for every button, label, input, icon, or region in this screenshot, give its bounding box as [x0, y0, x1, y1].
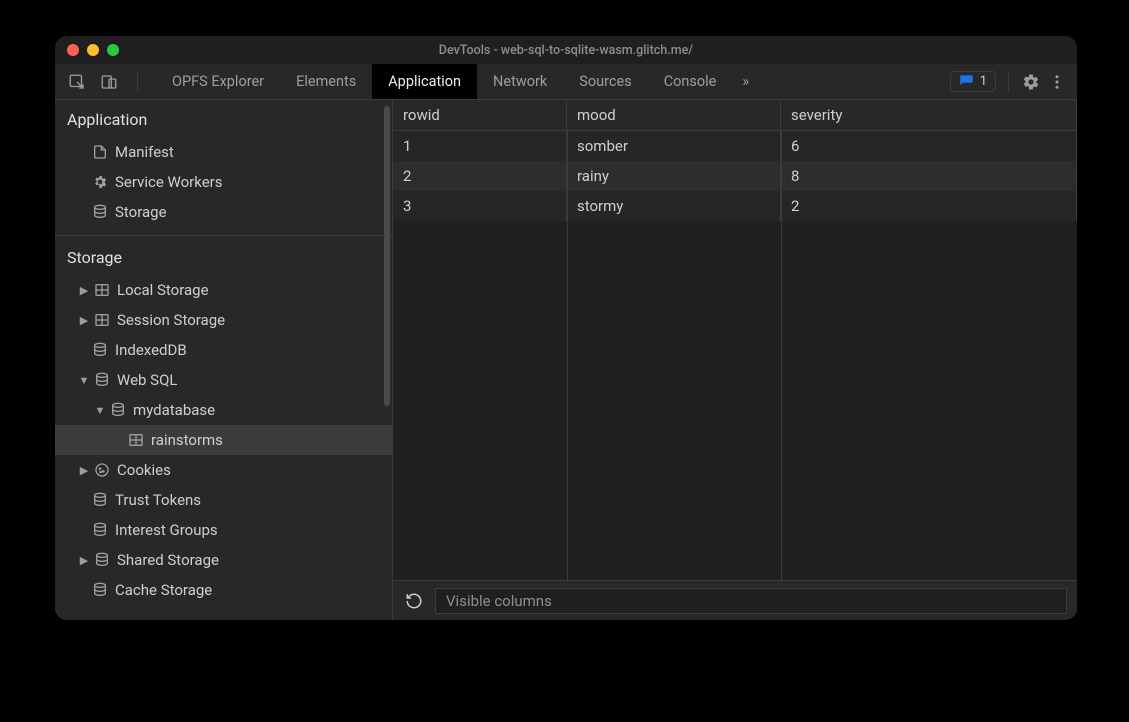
sidebar-item-indexeddb[interactable]: IndexedDB	[55, 335, 392, 365]
tab-application[interactable]: Application	[372, 64, 477, 99]
sidebar-item-label: Local Storage	[117, 281, 209, 299]
sidebar-item-label: Storage	[115, 203, 167, 221]
toolbar-separator	[137, 72, 138, 92]
sidebar-item-trust-tokens[interactable]: Trust Tokens	[55, 485, 392, 515]
sidebar-section-storage: Storage	[55, 235, 392, 275]
sidebar-section-application: Application	[55, 100, 392, 137]
db-icon	[93, 371, 111, 389]
toolbar-separator	[1008, 72, 1009, 92]
table-cell: 6	[781, 131, 1077, 161]
sidebar-item-label: Service Workers	[115, 173, 222, 191]
sidebar-item-label: Trust Tokens	[115, 491, 201, 509]
cookie-icon	[93, 461, 111, 479]
toolbar-tabs: OPFS ExplorerElementsApplicationNetworkS…	[156, 64, 732, 99]
table-cell: 1	[393, 131, 567, 161]
disclosure-arrow-icon[interactable]: ▶	[77, 554, 91, 567]
grid-icon	[93, 311, 111, 329]
table-body: 1somber62rainy83stormy2	[393, 131, 1077, 580]
tab-elements[interactable]: Elements	[280, 64, 372, 99]
file-icon	[91, 143, 109, 161]
sidebar-item-cache-storage[interactable]: Cache Storage	[55, 575, 392, 605]
table-cell: 2	[781, 191, 1077, 221]
db-icon	[91, 341, 109, 359]
titlebar: DevTools - web-sql-to-sqlite-wasm.glitch…	[55, 36, 1077, 64]
column-header-mood[interactable]: mood	[567, 100, 781, 130]
grid-icon	[93, 281, 111, 299]
sidebar-item-label: Manifest	[115, 143, 174, 161]
sidebar-item-shared-storage[interactable]: ▶ Shared Storage	[55, 545, 392, 575]
visible-columns-input[interactable]	[435, 588, 1067, 614]
issues-count: 1	[980, 74, 987, 89]
disclosure-arrow-icon[interactable]: ▶	[77, 314, 91, 327]
sidebar-item-service-workers[interactable]: Service Workers	[55, 167, 392, 197]
sidebar-item-manifest[interactable]: Manifest	[55, 137, 392, 167]
tab-sources[interactable]: Sources	[563, 64, 647, 99]
sidebar-item-local-storage[interactable]: ▶ Local Storage	[55, 275, 392, 305]
table-row[interactable]: 2rainy8	[393, 161, 1077, 191]
table-row[interactable]: 1somber6	[393, 131, 1077, 161]
sidebar-item-web-sql[interactable]: ▼ Web SQL	[55, 365, 392, 395]
settings-icon[interactable]	[1021, 72, 1041, 92]
sidebar-item-interest-groups[interactable]: Interest Groups	[55, 515, 392, 545]
disclosure-arrow-icon[interactable]: ▶	[77, 284, 91, 297]
tab-console[interactable]: Console	[648, 64, 733, 99]
grid-icon	[127, 431, 145, 449]
disclosure-arrow-icon[interactable]: ▼	[77, 374, 91, 387]
kebab-menu-icon[interactable]	[1047, 72, 1067, 92]
scrollbar-thumb[interactable]	[384, 106, 390, 406]
tab-network[interactable]: Network	[477, 64, 563, 99]
gear-icon	[91, 173, 109, 191]
devtools-window: DevTools - web-sql-to-sqlite-wasm.glitch…	[55, 36, 1077, 620]
device-toolbar-icon[interactable]	[99, 72, 119, 92]
table-cell: rainy	[567, 161, 781, 191]
db-icon	[109, 401, 127, 419]
window-title: DevTools - web-sql-to-sqlite-wasm.glitch…	[55, 43, 1077, 58]
db-icon	[91, 581, 109, 599]
table-cell: stormy	[567, 191, 781, 221]
db-icon	[93, 551, 111, 569]
sidebar-item-storage[interactable]: Storage	[55, 197, 392, 227]
table-cell: 3	[393, 191, 567, 221]
table-header: rowidmoodseverity	[393, 100, 1077, 131]
disclosure-arrow-icon[interactable]: ▶	[77, 464, 91, 477]
inspect-element-icon[interactable]	[67, 72, 87, 92]
sidebar-item-label: Cache Storage	[115, 581, 212, 599]
disclosure-arrow-icon[interactable]: ▼	[93, 404, 107, 417]
db-icon	[91, 203, 109, 221]
main-area: Application Manifest Service Workers Storag…	[55, 100, 1077, 620]
table-cell: 8	[781, 161, 1077, 191]
sidebar-item-label: Web SQL	[117, 371, 177, 389]
column-header-severity[interactable]: severity	[781, 100, 1077, 130]
data-table: rowidmoodseverity 1somber62rainy83stormy…	[393, 100, 1077, 580]
table-toolbar	[393, 580, 1077, 620]
sidebar-item-label: IndexedDB	[115, 341, 187, 359]
column-divider[interactable]	[781, 131, 782, 580]
column-header-rowid[interactable]: rowid	[393, 100, 567, 130]
issues-badge[interactable]: 1	[950, 71, 996, 92]
sidebar-item-rainstorms[interactable]: rainstorms	[55, 425, 392, 455]
sidebar-item-label: Cookies	[117, 461, 171, 479]
table-row[interactable]: 3stormy2	[393, 191, 1077, 221]
table-cell: somber	[567, 131, 781, 161]
sidebar-item-mydatabase[interactable]: ▼ mydatabase	[55, 395, 392, 425]
sidebar-item-label: Shared Storage	[117, 551, 219, 569]
sidebar-item-cookies[interactable]: ▶ Cookies	[55, 455, 392, 485]
sidebar-item-label: Interest Groups	[115, 521, 218, 539]
sidebar-item-session-storage[interactable]: ▶ Session Storage	[55, 305, 392, 335]
tab-opfs-explorer[interactable]: OPFS Explorer	[156, 64, 280, 99]
sidebar-item-label: Session Storage	[117, 311, 225, 329]
sidebar-item-label: rainstorms	[151, 431, 223, 449]
refresh-button[interactable]	[403, 590, 425, 612]
application-sidebar: Application Manifest Service Workers Storag…	[55, 100, 393, 620]
column-divider[interactable]	[567, 131, 568, 580]
tabs-overflow-button[interactable]: »	[732, 73, 759, 90]
devtools-toolbar: OPFS ExplorerElementsApplicationNetworkS…	[55, 64, 1077, 100]
table-cell: 2	[393, 161, 567, 191]
db-icon	[91, 491, 109, 509]
sidebar-item-label: mydatabase	[133, 401, 215, 419]
db-icon	[91, 521, 109, 539]
content-pane: rowidmoodseverity 1somber62rainy83stormy…	[393, 100, 1077, 620]
